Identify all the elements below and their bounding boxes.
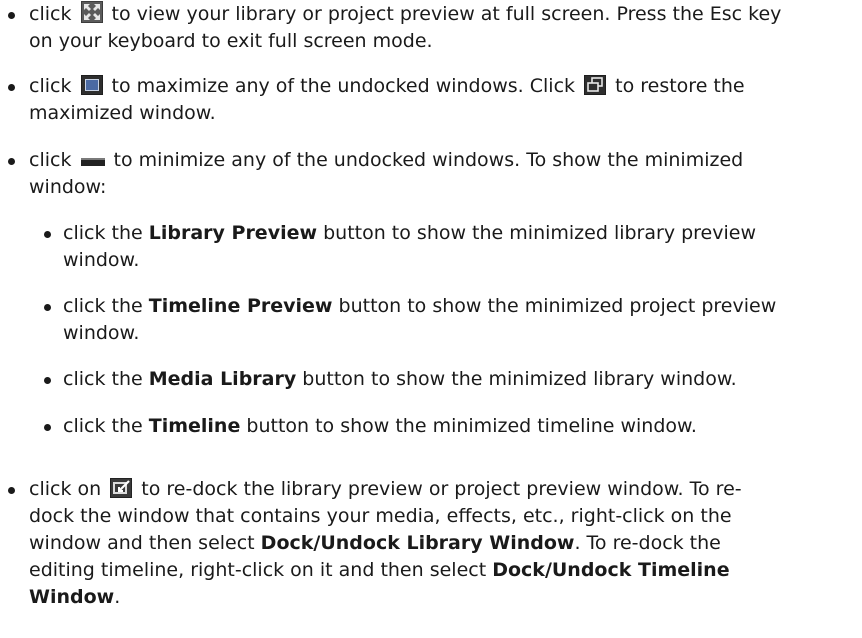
item-text: window.	[63, 322, 140, 344]
item-text: click on	[29, 478, 102, 500]
redock-icon	[110, 478, 133, 498]
item-text: to minimize any of the undocked windows.…	[113, 149, 744, 171]
item-text: window:	[29, 176, 107, 198]
library-preview-button-label: Library Preview	[148, 222, 318, 244]
item-text: click the	[63, 222, 143, 244]
item-text: on your keyboard to exit full screen mod…	[29, 30, 433, 52]
item-text: window and then select	[29, 532, 255, 554]
media-library-button-label: Media Library	[148, 368, 297, 390]
item-text: button to show the minimized library win…	[302, 368, 737, 390]
item-text: dock the window that contains your media…	[29, 505, 732, 527]
item-text: to view your library or project preview …	[111, 3, 782, 25]
timeline-preview-button-label: Timeline Preview	[148, 295, 333, 317]
item-text: button to show the minimized library pre…	[323, 222, 757, 244]
restore-icon	[584, 75, 607, 95]
item-text: click	[29, 75, 72, 97]
bullet	[8, 487, 15, 494]
item-text: click	[29, 3, 72, 25]
bullet	[44, 377, 51, 384]
dock-undock-library-window-label: Dock/Undock Library Window	[260, 532, 575, 554]
item-text: to re-dock the library preview or projec…	[141, 478, 742, 500]
bullet	[44, 424, 51, 431]
item-text: to restore the	[615, 75, 745, 97]
bullet	[44, 231, 51, 238]
item-text: to maximize any of the undocked windows.…	[111, 75, 576, 97]
item-text: maximized window.	[29, 102, 216, 124]
bullet	[8, 12, 15, 19]
item-text: button to show the minimized project pre…	[338, 295, 777, 317]
item-text: click the	[63, 368, 143, 390]
bullet	[8, 158, 15, 165]
timeline-button-label: Timeline	[148, 415, 241, 437]
item-text: click	[29, 149, 72, 171]
item-text: click the	[63, 295, 143, 317]
bullet	[8, 84, 15, 91]
item-text: window.	[63, 249, 140, 271]
maximize-icon	[80, 75, 103, 95]
item-text: click the	[63, 415, 143, 437]
item-text: button to show the minimized timeline wi…	[246, 415, 697, 437]
bullet	[44, 304, 51, 311]
item-text: .	[114, 586, 121, 608]
dock-undock-timeline-window-label-cont: Window	[29, 586, 115, 608]
item-text: . To re-dock the	[574, 532, 721, 554]
fullscreen-icon	[80, 1, 103, 23]
dock-undock-timeline-window-label: Dock/Undock Timeline	[492, 559, 730, 581]
minimize-icon	[80, 158, 105, 167]
item-text: editing timeline, right-click on it and …	[29, 559, 487, 581]
